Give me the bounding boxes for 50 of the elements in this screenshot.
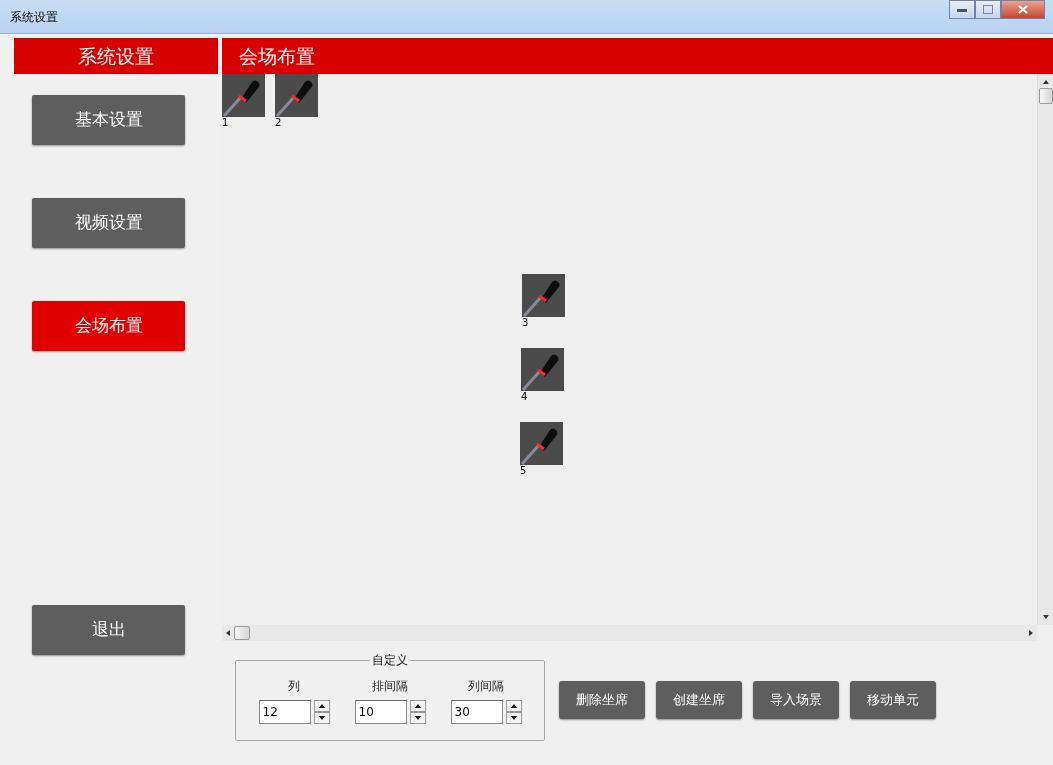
microphone-icon[interactable] — [520, 422, 563, 465]
microphone-icon[interactable] — [275, 74, 318, 117]
number-field[interactable]: 30 — [450, 700, 503, 724]
maximize-icon — [983, 5, 993, 14]
field-label: 列间隔 — [468, 678, 504, 695]
sidebar-button[interactable]: 视频设置 — [32, 198, 185, 248]
close-button[interactable] — [1001, 0, 1045, 19]
minimize-icon — [957, 7, 967, 12]
maximize-button[interactable] — [975, 0, 1001, 19]
spin-up-button[interactable] — [313, 700, 330, 712]
spin-down-button[interactable] — [409, 712, 426, 724]
sidebar-button[interactable]: 退出 — [32, 605, 185, 655]
down-arrow-icon — [510, 716, 517, 720]
spin-down-button[interactable] — [505, 712, 522, 724]
horizontal-scrollbar[interactable] — [222, 625, 1037, 641]
spin-down-button[interactable] — [313, 712, 330, 724]
up-arrow-icon — [510, 704, 517, 708]
field-label: 排间隔 — [372, 678, 408, 695]
field-label: 列 — [288, 678, 300, 695]
seat-number: 5 — [520, 465, 528, 476]
seat-number: 3 — [522, 317, 530, 328]
action-button[interactable]: 移动单元 — [850, 681, 936, 719]
group-title: 自定义 — [370, 652, 410, 668]
spin-up-button[interactable] — [505, 700, 522, 712]
vertical-scrollbar[interactable] — [1037, 74, 1053, 625]
down-arrow-icon — [318, 716, 325, 720]
sidebar-button[interactable]: 基本设置 — [32, 95, 185, 145]
window-title: 系统设置 — [10, 8, 58, 26]
scroll-thumb[interactable] — [234, 626, 250, 640]
spin-up-button[interactable] — [409, 700, 426, 712]
action-button[interactable]: 删除坐席 — [559, 681, 645, 719]
action-button[interactable]: 导入场景 — [753, 681, 839, 719]
scroll-thumb[interactable] — [1038, 88, 1053, 104]
number-field[interactable]: 10 — [354, 700, 407, 724]
number-field[interactable]: 12 — [258, 700, 311, 724]
panel-title: 会场布置 — [222, 38, 1053, 74]
up-arrow-icon — [318, 704, 325, 708]
sidebar-button[interactable]: 会场布置 — [32, 301, 185, 351]
seat-number: 1 — [222, 117, 230, 128]
microphone-icon[interactable] — [522, 274, 565, 317]
down-arrow-icon — [414, 716, 421, 720]
minimize-button[interactable] — [949, 0, 975, 19]
seat-number: 4 — [521, 391, 529, 402]
up-arrow-icon — [414, 704, 421, 708]
seat-number: 2 — [275, 117, 283, 128]
sidebar-title: 系统设置 — [14, 38, 218, 74]
microphone-icon[interactable] — [222, 74, 265, 117]
microphone-icon[interactable] — [521, 348, 564, 391]
close-icon — [1018, 5, 1028, 14]
action-button[interactable]: 创建坐席 — [656, 681, 742, 719]
